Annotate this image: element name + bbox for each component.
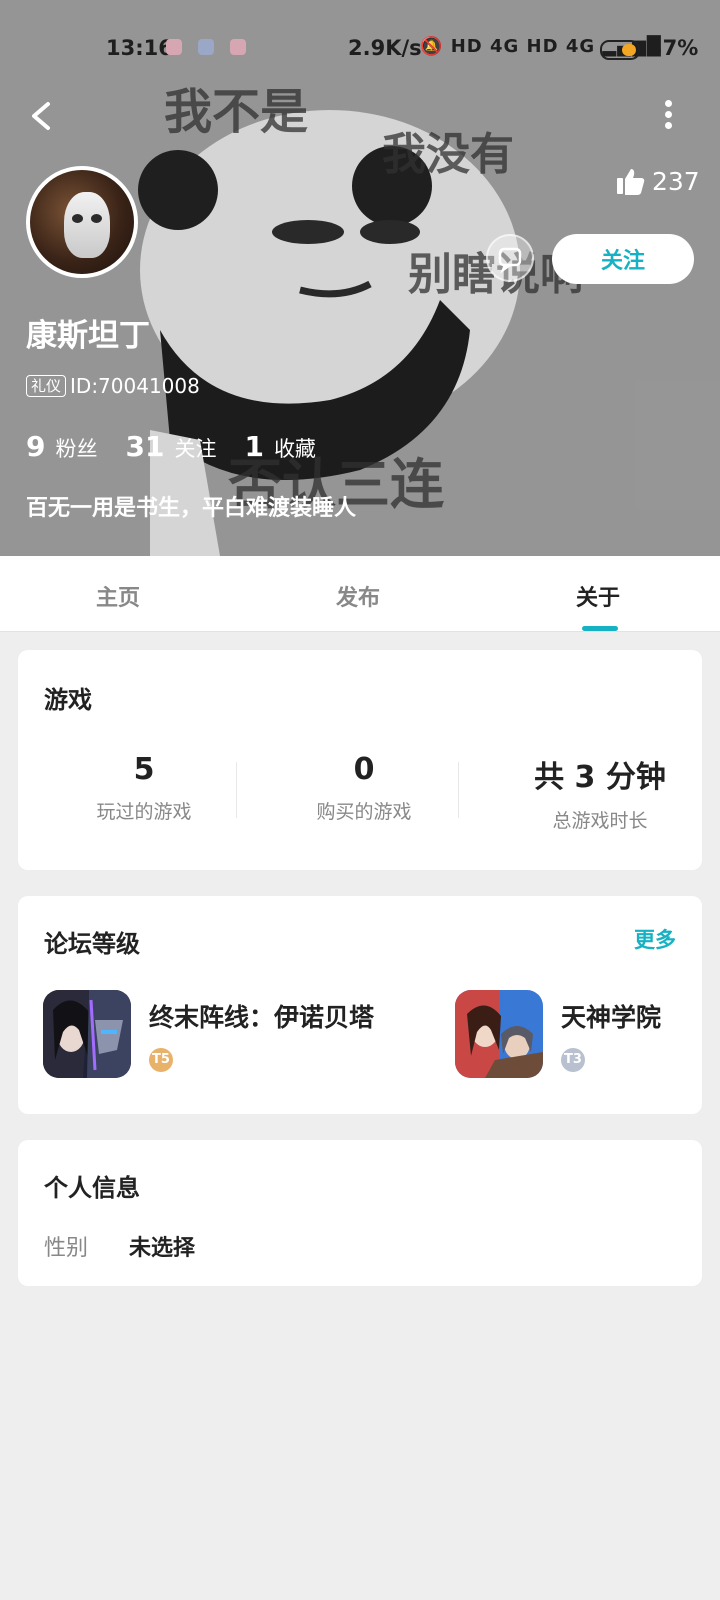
chat-icon (498, 247, 522, 274)
network-speed: 2.9K/s (348, 36, 422, 60)
forum-game-item[interactable]: 终末阵线：伊诺贝塔 T5 (43, 990, 423, 1078)
stat-divider (236, 762, 237, 818)
gender-label: 性别 (44, 1236, 89, 1261)
tab-posts[interactable]: 发布 (336, 580, 380, 612)
playtime-stat[interactable]: 共 3 分钟 总游戏时长 (500, 752, 700, 833)
status-time: 13:16 (106, 36, 173, 60)
following-label[interactable]: 关注 (174, 433, 216, 463)
more-dots-icon (664, 100, 672, 107)
game-icon-zhongmo (43, 990, 131, 1078)
played-games-stat[interactable]: 5 玩过的游戏 (44, 752, 244, 824)
message-button[interactable] (486, 234, 534, 282)
status-bar: 13:16 2.9K/s 🔕 HD 4G HD 4G ▂▄▆█ 37% (0, 28, 720, 68)
back-button[interactable] (22, 96, 62, 136)
more-link[interactable]: 更多 (634, 924, 676, 954)
notification-icon (230, 39, 246, 55)
notification-icon (166, 39, 182, 55)
battery-icon (600, 40, 640, 60)
follow-button[interactable]: 关注 (552, 234, 694, 284)
tab-about[interactable]: 关于 (576, 580, 620, 612)
user-bio: 百无一用是书生，平白难渡装睡人 (26, 496, 357, 521)
username: 康斯坦丁 (26, 318, 150, 354)
chevron-left-icon (32, 102, 50, 130)
personal-info-title: 个人信息 (44, 1174, 140, 1202)
forum-card-title: 论坛等级 (44, 930, 140, 958)
thumbs-up-icon (617, 169, 645, 195)
game-name: 天神学院 (561, 1003, 662, 1032)
user-id: ID:70041008 (70, 374, 200, 398)
stat-divider (458, 762, 459, 818)
avatar-mask-image (64, 192, 110, 258)
notification-icon (198, 39, 214, 55)
level-badge: T5 (149, 1048, 173, 1072)
gender-value: 未选择 (129, 1236, 196, 1261)
following-count[interactable]: 31 (125, 430, 164, 463)
total-playtime-label: 总游戏时长 (552, 810, 648, 832)
personal-info-card: 个人信息 性别 未选择 (18, 1140, 702, 1286)
forum-level-card: 论坛等级 更多 终末阵线：伊诺贝塔 T5 天神学院 T3 (18, 896, 702, 1114)
game-name: 终末阵线：伊诺贝塔 (149, 1003, 375, 1032)
gender-row: 性别 未选择 (44, 1230, 195, 1262)
profile-banner: 我不是 我没有 别瞎说啊 否认三连 13:16 2.9K/s 🔕 HD 4G H… (0, 0, 720, 556)
games-card-title: 游戏 (44, 686, 92, 714)
favorites-label[interactable]: 收藏 (274, 433, 316, 463)
forum-game-item[interactable]: 天神学院 T3 (455, 990, 685, 1078)
like-counter[interactable]: 237 (616, 166, 700, 196)
tab-home[interactable]: 主页 (96, 580, 140, 612)
like-count: 237 (652, 166, 700, 196)
purchased-games-label: 购买的游戏 (316, 801, 412, 823)
user-stats: 9 粉丝 31 关注 1 收藏 (26, 430, 344, 463)
active-tab-indicator (582, 626, 618, 631)
fans-count[interactable]: 9 (26, 430, 45, 463)
battery-percent: 37% (648, 36, 699, 60)
purchased-games-stat[interactable]: 0 购买的游戏 (264, 752, 464, 824)
fans-label[interactable]: 粉丝 (55, 433, 97, 463)
games-card: 游戏 5 玩过的游戏 0 购买的游戏 共 3 分钟 总游戏时长 (18, 650, 702, 870)
avatar[interactable] (26, 166, 138, 278)
mute-bell-icon: 🔕 (420, 36, 444, 57)
total-playtime: 共 3 分钟 (534, 760, 666, 795)
purchased-games-count: 0 (353, 752, 375, 787)
played-games-count: 5 (133, 752, 155, 787)
played-games-label: 玩过的游戏 (96, 801, 192, 823)
game-icon-tianshen (455, 990, 543, 1078)
favorites-count[interactable]: 1 (244, 430, 263, 463)
signal-text: HD 4G HD 4G (450, 36, 596, 57)
more-options-button[interactable] (656, 96, 680, 136)
profile-tabs: 主页 发布 关于 (0, 556, 720, 632)
user-id-row: 礼仪 ID:70041008 (26, 374, 200, 398)
level-badge: T3 (561, 1048, 585, 1072)
user-badge: 礼仪 (26, 375, 67, 397)
